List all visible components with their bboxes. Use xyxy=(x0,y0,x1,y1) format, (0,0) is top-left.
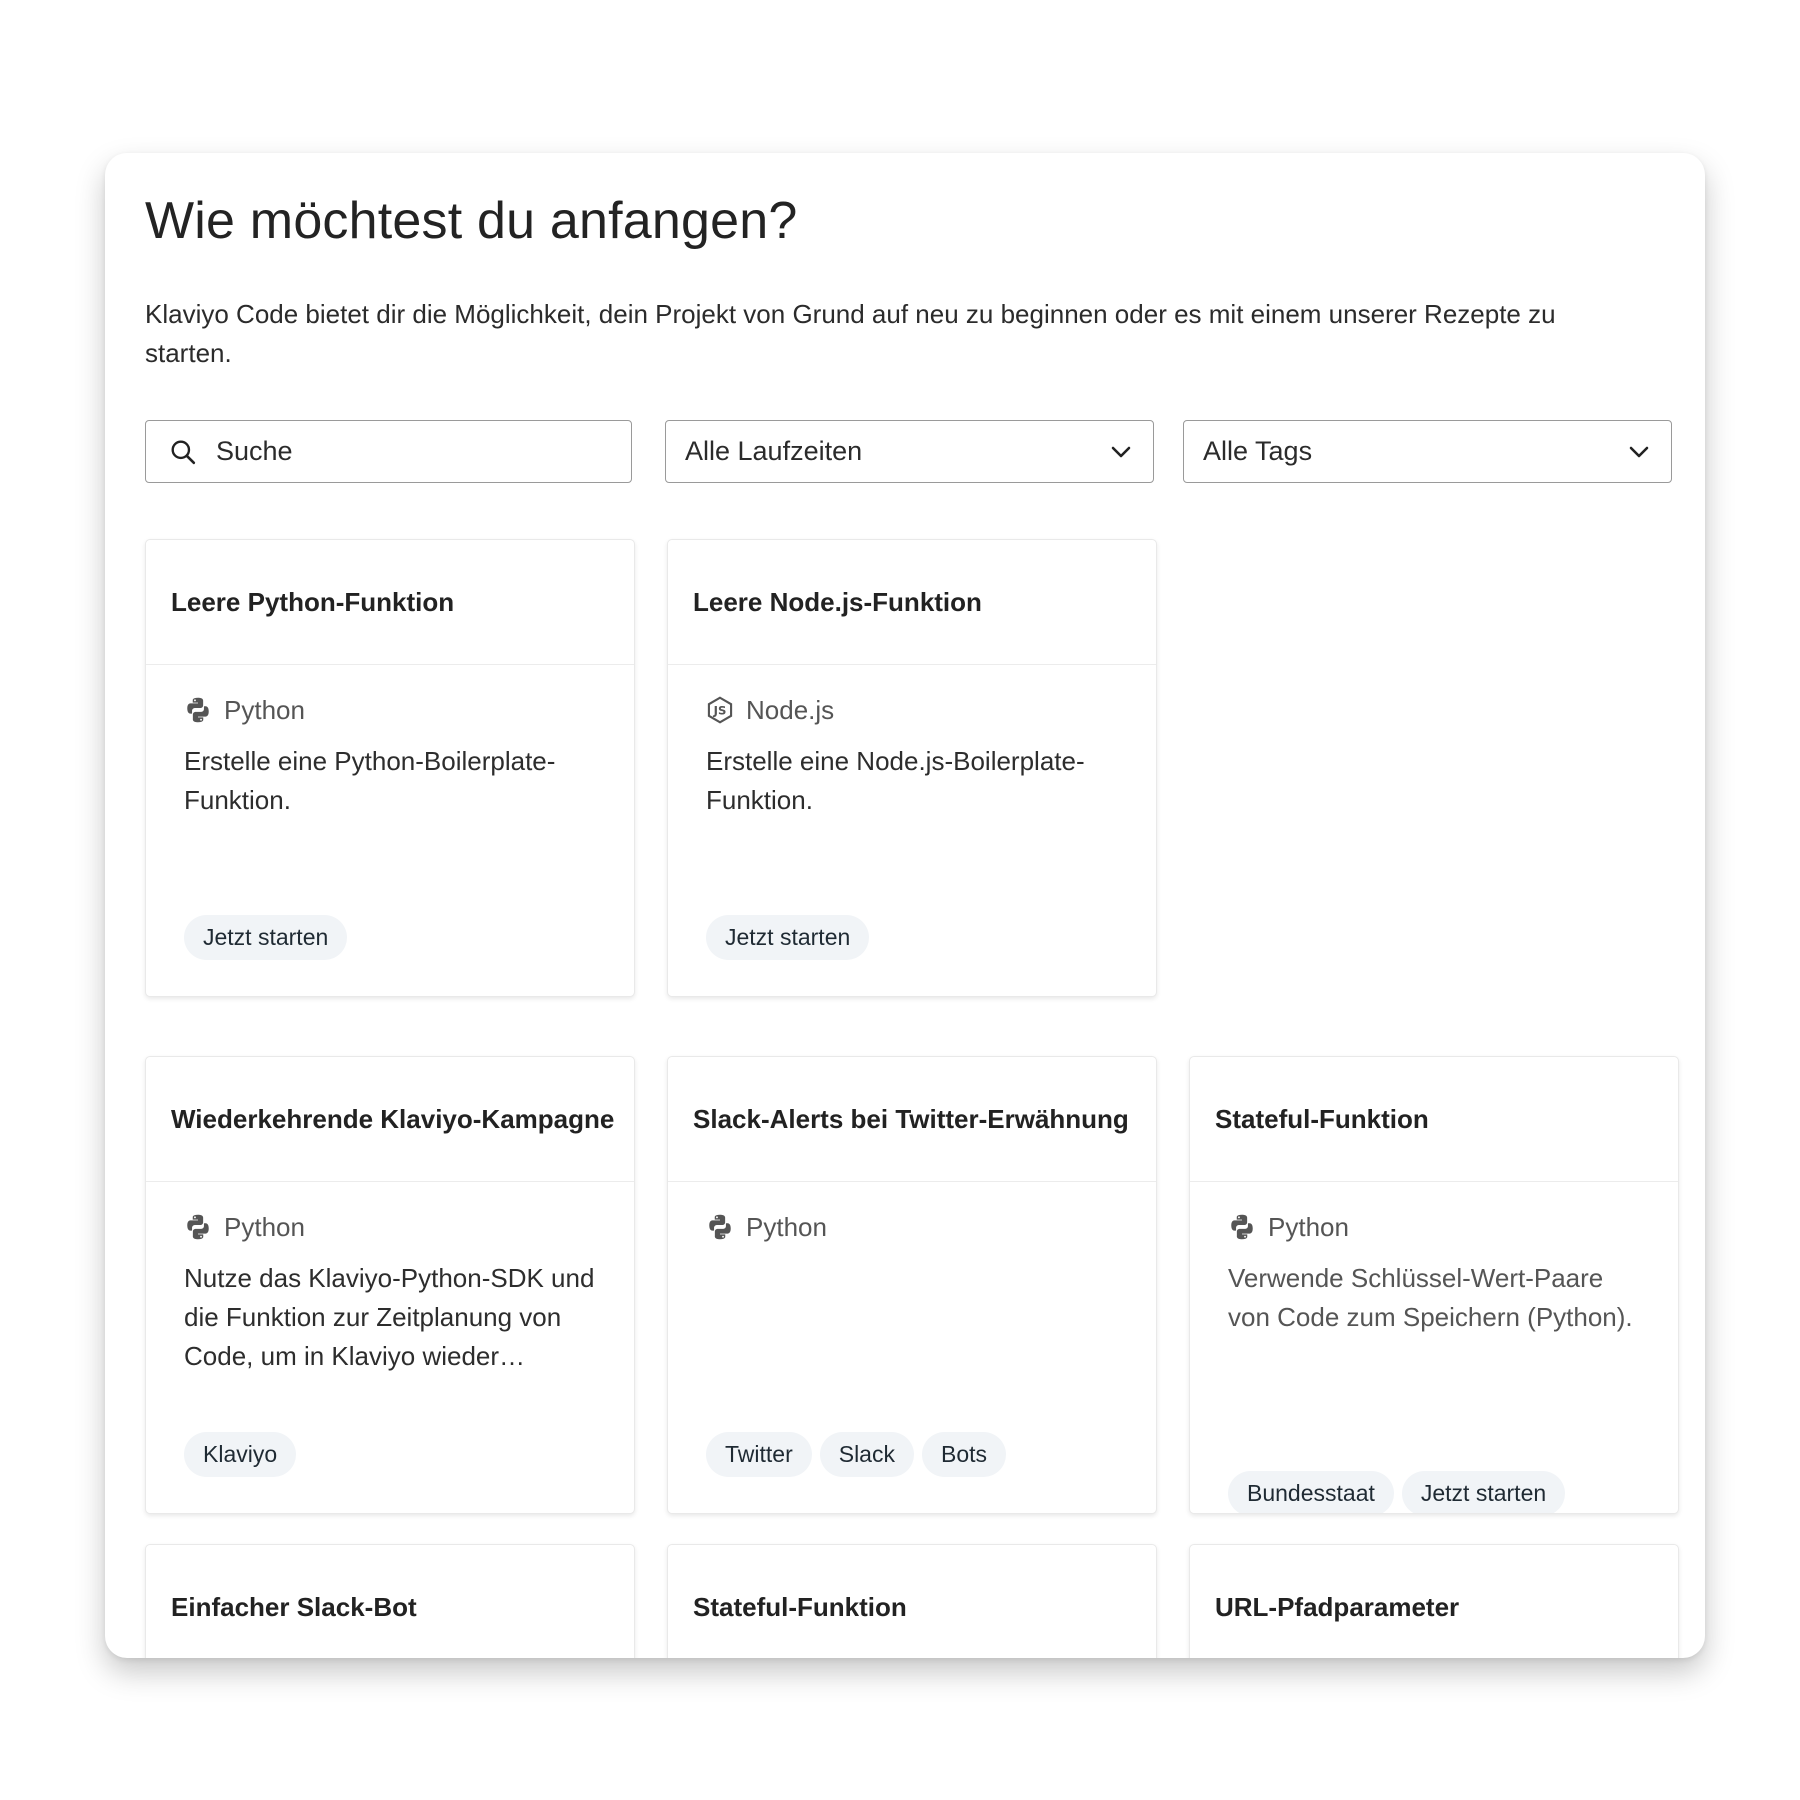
svg-text:JS: JS xyxy=(713,704,727,718)
recipe-card[interactable]: Wiederkehrende Klaviyo-Kampagne Python N… xyxy=(145,1056,635,1514)
card-runtime: Python xyxy=(184,1209,604,1245)
recipe-card[interactable]: Einfacher Slack-Bot xyxy=(145,1544,635,1658)
recipe-card[interactable]: Leere Python-Funktion Python Erstelle ei… xyxy=(145,539,635,997)
search-field[interactable] xyxy=(145,420,632,483)
card-description: Nutze das Klaviyo-Python-SDK und die Fun… xyxy=(184,1263,595,1371)
card-title: Einfacher Slack-Bot xyxy=(146,1545,634,1658)
nodejs-icon: JS xyxy=(706,696,734,724)
chevron-down-icon xyxy=(1111,446,1131,457)
card-description: Erstelle eine Python-Boilerplate-Funktio… xyxy=(184,746,556,815)
runtime-label: Python xyxy=(224,1211,305,1242)
tag-chip[interactable]: Slack xyxy=(819,1432,914,1477)
card-title: Leere Python-Funktion xyxy=(146,540,634,665)
card-title: Stateful-Funktion xyxy=(668,1545,1156,1658)
card-title: Leere Node.js-Funktion xyxy=(668,540,1156,665)
tags-select[interactable]: Alle Tags xyxy=(1183,420,1672,483)
page-title: Wie möchtest du anfangen? xyxy=(145,192,798,250)
search-input[interactable] xyxy=(214,435,598,468)
card-tags: Twitter Slack Bots xyxy=(706,1432,1007,1477)
recipe-card[interactable]: Slack-Alerts bei Twitter-Erwähnung Pytho… xyxy=(667,1056,1157,1514)
card-runtime: Python xyxy=(1228,1209,1648,1245)
python-icon xyxy=(184,1213,212,1241)
runtime-label: Python xyxy=(1268,1211,1349,1242)
python-icon xyxy=(184,696,212,724)
tags-select-value: Alle Tags xyxy=(1203,436,1313,466)
card-tags: Bundesstaat Jetzt starten xyxy=(1228,1471,1566,1513)
card-tags: Jetzt starten xyxy=(706,915,870,960)
search-icon xyxy=(171,440,196,464)
tag-chip[interactable]: Klaviyo xyxy=(184,1432,297,1477)
tag-chip[interactable]: Bots xyxy=(921,1432,1007,1477)
runtime-select[interactable]: Alle Laufzeiten xyxy=(665,420,1154,483)
card-runtime: Python xyxy=(706,1209,1126,1245)
card-tags: Jetzt starten xyxy=(184,915,348,960)
card-tags: Klaviyo xyxy=(184,1432,297,1477)
recipe-card[interactable]: Stateful-Funktion Python Verwende Schlüs… xyxy=(1189,1056,1679,1514)
python-icon xyxy=(1228,1213,1256,1241)
card-title: Wiederkehrende Klaviyo-Kampagne xyxy=(146,1057,634,1182)
recipe-picker-panel: Wie möchtest du anfangen? Klaviyo Code b… xyxy=(105,153,1705,1658)
card-description: Verwende Schlüssel-Wert-Paare von Code z… xyxy=(1228,1263,1633,1332)
runtime-label: Python xyxy=(746,1211,827,1242)
python-icon xyxy=(706,1213,734,1241)
tag-chip[interactable]: Jetzt starten xyxy=(184,915,348,960)
card-runtime: Python xyxy=(184,692,604,728)
tag-chip[interactable]: Bundesstaat xyxy=(1228,1471,1394,1513)
runtime-label: Python xyxy=(224,694,305,725)
tag-chip[interactable]: Jetzt starten xyxy=(706,915,870,960)
card-runtime: JS Node.js xyxy=(706,692,1126,728)
recipe-card[interactable]: Stateful-Funktion xyxy=(667,1544,1157,1658)
tag-chip[interactable]: Jetzt starten xyxy=(1401,1471,1566,1513)
card-title: URL-Pfadparameter xyxy=(1190,1545,1678,1658)
runtime-label: Node.js xyxy=(746,694,835,725)
card-title: Slack-Alerts bei Twitter-Erwähnung xyxy=(668,1057,1156,1182)
runtime-select-value: Alle Laufzeiten xyxy=(685,436,863,466)
chevron-down-icon xyxy=(1629,446,1649,457)
tag-chip[interactable]: Twitter xyxy=(706,1432,812,1477)
recipe-card[interactable]: Leere Node.js-Funktion JS Node.js Erstel… xyxy=(667,539,1157,997)
recipe-card[interactable]: URL-Pfadparameter xyxy=(1189,1544,1679,1658)
card-title: Stateful-Funktion xyxy=(1190,1057,1678,1182)
intro-text: Klaviyo Code bietet dir die Möglichkeit,… xyxy=(145,299,1556,368)
card-description: Erstelle eine Node.js-Boilerplate-Funkti… xyxy=(706,746,1085,815)
